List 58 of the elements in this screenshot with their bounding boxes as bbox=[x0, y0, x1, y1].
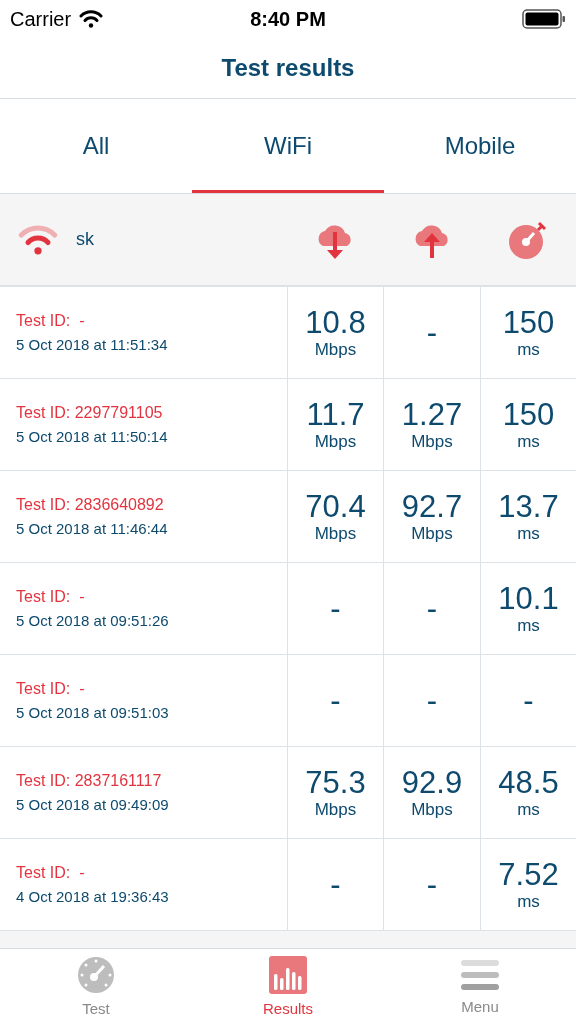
result-value: - bbox=[330, 867, 341, 902]
menu-icon bbox=[461, 958, 499, 992]
result-value: - bbox=[523, 683, 534, 718]
result-value: 7.52 bbox=[498, 857, 559, 892]
wifi-signal-icon bbox=[79, 10, 104, 28]
result-unit: Mbps bbox=[411, 523, 453, 544]
result-unit: ms bbox=[517, 799, 540, 820]
result-value: 10.8 bbox=[305, 305, 366, 340]
result-unit: Mbps bbox=[314, 523, 357, 544]
result-value: - bbox=[426, 683, 438, 718]
test-id: Test ID: - bbox=[16, 680, 86, 698]
test-date: 4 Oct 2018 at 19:36:43 bbox=[16, 888, 170, 905]
result-value: - bbox=[426, 591, 438, 626]
test-id: Test ID: - bbox=[16, 312, 86, 330]
result-value: 70.4 bbox=[305, 489, 366, 524]
test-date: 5 Oct 2018 at 11:46:44 bbox=[16, 520, 169, 537]
result-unit: ms bbox=[517, 891, 540, 912]
result-unit: Mbps bbox=[411, 799, 453, 820]
battery-icon bbox=[522, 9, 566, 29]
gauge-icon bbox=[77, 956, 115, 994]
wifi-icon bbox=[18, 224, 58, 255]
result-value: 75.3 bbox=[305, 765, 366, 800]
result-value: - bbox=[426, 315, 438, 350]
screen-title: Test results bbox=[221, 54, 355, 82]
bar-chart-icon bbox=[269, 956, 307, 994]
result-unit: Mbps bbox=[411, 431, 453, 452]
result-value: 48.5 bbox=[498, 765, 559, 800]
result-unit: Mbps bbox=[314, 799, 357, 820]
result-unit: ms bbox=[517, 615, 540, 636]
carrier-label: Carrier bbox=[10, 7, 72, 31]
result-unit: ms bbox=[517, 339, 540, 360]
test-id: Test ID: - bbox=[16, 588, 86, 606]
result-value: - bbox=[426, 867, 438, 902]
result-unit: Mbps bbox=[314, 339, 357, 360]
result-value: 13.7 bbox=[498, 489, 559, 524]
result-value: 10.1 bbox=[498, 581, 559, 616]
test-id: Test ID: - bbox=[16, 864, 86, 882]
result-unit: Mbps bbox=[314, 431, 357, 452]
test-date: 5 Oct 2018 at 09:51:03 bbox=[16, 704, 170, 721]
test-id: Test ID: 2836640892 bbox=[16, 496, 165, 514]
test-date: 5 Oct 2018 at 09:51:26 bbox=[16, 612, 170, 629]
result-unit: ms bbox=[517, 431, 540, 452]
result-value: - bbox=[330, 591, 341, 626]
result-value: - bbox=[330, 683, 341, 718]
network-name: sk bbox=[76, 229, 94, 250]
result-value: 92.9 bbox=[401, 765, 463, 800]
result-value: 150 bbox=[502, 305, 555, 340]
result-value: 92.7 bbox=[401, 489, 463, 524]
result-value: 150 bbox=[502, 397, 555, 432]
result-value: 11.7 bbox=[306, 397, 365, 432]
result-value: 1.27 bbox=[401, 397, 463, 432]
clock: 8:40 PM bbox=[250, 7, 326, 31]
test-id: Test ID: 2297791105 bbox=[16, 404, 164, 422]
test-id: Test ID: 2837161117 bbox=[16, 772, 163, 790]
test-date: 5 Oct 2018 at 11:50:14 bbox=[16, 428, 169, 445]
test-date: 5 Oct 2018 at 09:49:09 bbox=[16, 796, 170, 813]
result-unit: ms bbox=[517, 523, 540, 544]
test-date: 5 Oct 2018 at 11:51:34 bbox=[16, 336, 169, 353]
